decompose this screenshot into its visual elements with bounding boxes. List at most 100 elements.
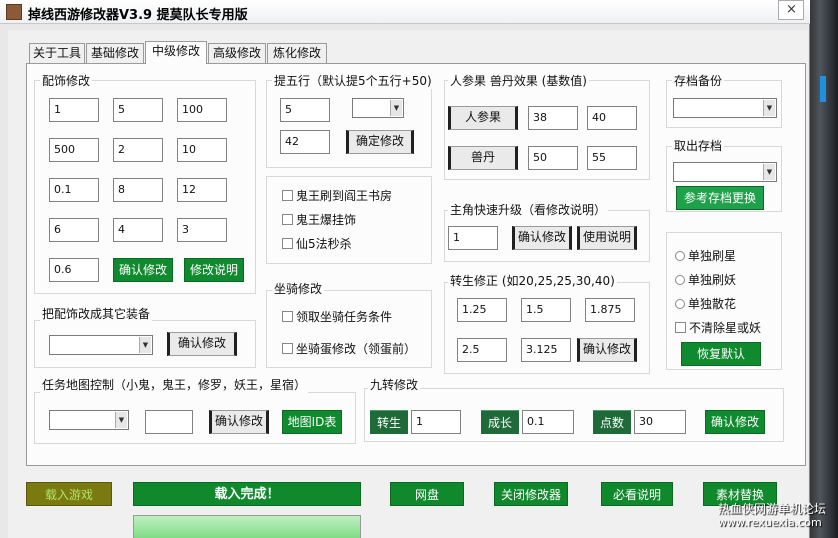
checkbox-icon — [675, 322, 686, 333]
load-combo[interactable]: ▼ — [673, 162, 777, 182]
group-title: 配饰修改 — [40, 72, 93, 89]
group-title: 提五行（默认提5个五行+50) — [272, 72, 434, 89]
nine-field[interactable]: 1 — [411, 410, 461, 434]
app-icon — [6, 4, 22, 20]
accessory-field[interactable]: 0.1 — [49, 178, 99, 202]
restore-default-button[interactable]: 恢复默认 — [681, 342, 761, 366]
accessory-field[interactable]: 12 — [177, 178, 227, 202]
rebirth-field[interactable]: 2.5 — [457, 338, 507, 362]
wuxing-field[interactable]: 5 — [280, 98, 330, 122]
load-progress-fill — [134, 516, 360, 538]
tab-basic[interactable]: 基础修改 — [86, 43, 144, 63]
ghost-option[interactable]: 鬼王爆挂饰 — [282, 211, 356, 228]
mapctrl-combo[interactable]: ▼ — [49, 410, 129, 430]
wuxing-confirm-button[interactable]: 确定修改 — [346, 130, 414, 154]
close-tool-button[interactable]: 关闭修改器 — [494, 482, 568, 506]
status-label: 载入完成！ — [133, 482, 361, 506]
group-title: 把配饰改成其它装备 — [40, 305, 153, 322]
window-title: 掉线西游修改器V3.9 提莫队长专用版 — [28, 8, 248, 23]
nine-confirm-button[interactable]: 确认修改 — [705, 410, 765, 434]
growth-label: 成长 — [481, 410, 519, 434]
accessory-field[interactable]: 5 — [113, 98, 163, 122]
accessory-field[interactable]: 1 — [49, 98, 99, 122]
accessory-field[interactable]: 2 — [113, 138, 163, 162]
wuxing-combo[interactable]: ▼ — [352, 98, 404, 118]
checkbox-icon — [282, 311, 293, 322]
points-label: 点数 — [593, 410, 631, 434]
map-id-table-button[interactable]: 地图ID表 — [282, 410, 342, 434]
group-title: 取出存档 — [672, 137, 725, 154]
must-read-button[interactable]: 必看说明 — [601, 482, 673, 506]
ghost-option[interactable]: 仙5法秒杀 — [282, 235, 352, 252]
wuxing-group — [266, 80, 432, 168]
accessory-field[interactable]: 6 — [49, 218, 99, 242]
rebirth-label: 转生 — [370, 410, 408, 434]
close-button[interactable]: × — [778, 0, 804, 20]
nine-field[interactable]: 0.1 — [522, 410, 574, 434]
group-title: 转生修正 (如20,25,25,30,40) — [448, 272, 617, 289]
checkbox-icon — [282, 214, 293, 225]
ginseng-field[interactable]: 55 — [587, 146, 637, 170]
mount-option[interactable]: 坐骑蛋修改（领蛋前） — [282, 340, 416, 357]
radio-option[interactable]: 单独刷星 — [675, 247, 736, 264]
tab-advanced[interactable]: 高级修改 — [208, 43, 266, 63]
radio-option[interactable]: 单独散花 — [675, 295, 736, 312]
chevron-down-icon: ▼ — [763, 164, 775, 180]
rebirth-field[interactable]: 3.125 — [521, 338, 571, 362]
ginseng-field[interactable]: 38 — [528, 106, 578, 130]
levelup-confirm-button[interactable]: 确认修改 — [512, 226, 572, 250]
ghost-option[interactable]: 鬼王刷到阎王书房 — [282, 187, 392, 204]
mapctrl-confirm-button[interactable]: 确认修改 — [209, 410, 269, 434]
accessory-field[interactable]: 0.6 — [49, 258, 99, 282]
rebirth-field[interactable]: 1.25 — [457, 298, 507, 322]
radio-icon — [675, 275, 685, 285]
save-combo[interactable]: ▼ — [673, 98, 777, 118]
accessory-confirm-button[interactable]: 确认修改 — [113, 258, 173, 282]
desktop-decoration — [820, 76, 826, 102]
levelup-help-button[interactable]: 使用说明 — [577, 226, 637, 250]
accessory-field[interactable]: 4 — [113, 218, 163, 242]
wuxing-field[interactable]: 42 — [280, 130, 330, 154]
rebirth-confirm-button[interactable]: 确认修改 — [577, 338, 637, 362]
rebirth-field[interactable]: 1.875 — [585, 298, 635, 322]
accessory-field[interactable]: 500 — [49, 138, 99, 162]
group-title: 存档备份 — [672, 72, 725, 89]
tab-about[interactable]: 关于工具 — [29, 43, 85, 63]
nine-field[interactable]: 30 — [634, 410, 686, 434]
convert-combo[interactable]: ▼ — [49, 335, 153, 355]
ginseng-button[interactable]: 人参果 — [448, 106, 518, 130]
reference-save-button[interactable]: 参考存档更换 — [676, 186, 764, 210]
radio-option[interactable]: 单独刷妖 — [675, 271, 736, 288]
accessory-field[interactable]: 8 — [113, 178, 163, 202]
levelup-field[interactable]: 1 — [448, 226, 498, 250]
group-title: 人参果 兽丹效果 (基数值) — [448, 72, 589, 89]
group-title: 九转修改 — [368, 376, 421, 393]
load-game-button[interactable]: 载入游戏 — [26, 482, 112, 506]
netdisk-button[interactable]: 网盘 — [390, 482, 464, 506]
chevron-down-icon: ▼ — [115, 412, 127, 428]
group-title: 任务地图控制（小鬼，鬼王，修罗，妖王，星宿） — [40, 376, 309, 393]
checkbox-icon — [282, 343, 293, 354]
keep-option[interactable]: 不清除星或妖 — [675, 319, 761, 336]
chevron-down-icon: ▼ — [390, 100, 402, 116]
convert-confirm-button[interactable]: 确认修改 — [167, 332, 237, 356]
beast-pill-button[interactable]: 兽丹 — [448, 146, 518, 170]
chevron-down-icon: ▼ — [139, 337, 151, 353]
radio-icon — [675, 299, 685, 309]
checkbox-icon — [282, 238, 293, 249]
accessory-help-button[interactable]: 修改说明 — [184, 258, 244, 282]
checkbox-icon — [282, 190, 293, 201]
mount-option[interactable]: 领取坐骑任务条件 — [282, 308, 392, 325]
tab-intermediate[interactable]: 中级修改 — [145, 41, 207, 64]
accessory-field[interactable]: 3 — [177, 218, 227, 242]
mapctrl-field[interactable] — [145, 410, 193, 434]
chevron-down-icon: ▼ — [763, 100, 775, 116]
close-icon: × — [786, 2, 797, 17]
accessory-field[interactable]: 10 — [177, 138, 227, 162]
ginseng-field[interactable]: 40 — [587, 106, 637, 130]
tab-refine[interactable]: 炼化修改 — [267, 43, 327, 63]
rebirth-field[interactable]: 1.5 — [521, 298, 571, 322]
ginseng-field[interactable]: 50 — [528, 146, 578, 170]
radio-icon — [675, 251, 685, 261]
accessory-field[interactable]: 100 — [177, 98, 227, 122]
